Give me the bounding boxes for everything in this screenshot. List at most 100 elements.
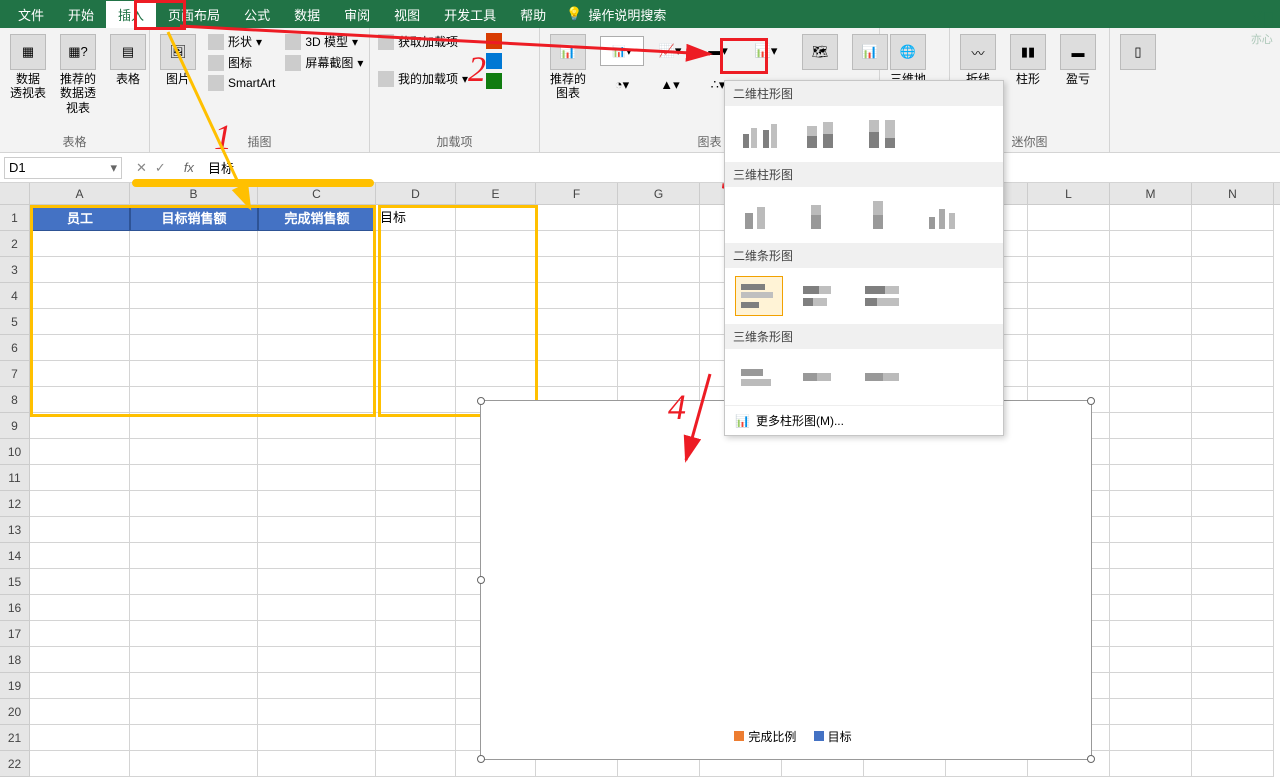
pictures-button[interactable]: 🖼图片 <box>156 32 200 88</box>
bing-button[interactable] <box>484 32 504 50</box>
row-header-18[interactable]: 18 <box>0 647 30 673</box>
cell-M15[interactable] <box>1110 569 1192 595</box>
row-header-2[interactable]: 2 <box>0 231 30 257</box>
col-D[interactable]: D <box>376 183 456 204</box>
col-G[interactable]: G <box>618 183 700 204</box>
my-addins-button[interactable]: 我的加载项 ▾ <box>376 69 470 88</box>
cell-C7[interactable] <box>258 361 376 387</box>
menu-help[interactable]: 帮助 <box>508 1 558 28</box>
cell-F3[interactable] <box>536 257 618 283</box>
cell-G3[interactable] <box>618 257 700 283</box>
opt-3d-col[interactable] <box>921 195 969 235</box>
menu-view[interactable]: 视图 <box>382 1 432 28</box>
cell-A15[interactable] <box>30 569 130 595</box>
cell-D2[interactable] <box>376 231 456 257</box>
cell-G6[interactable] <box>618 335 700 361</box>
col-C[interactable]: C <box>258 183 376 204</box>
resize-handle-sw[interactable] <box>477 755 485 763</box>
cell-E3[interactable] <box>456 257 536 283</box>
opt-100stacked-col[interactable] <box>859 114 907 154</box>
cell-A6[interactable] <box>30 335 130 361</box>
cell-G4[interactable] <box>618 283 700 309</box>
cell-A20[interactable] <box>30 699 130 725</box>
cell-A13[interactable] <box>30 517 130 543</box>
cell-M20[interactable] <box>1110 699 1192 725</box>
row-header-6[interactable]: 6 <box>0 335 30 361</box>
cell-M18[interactable] <box>1110 647 1192 673</box>
row-header-17[interactable]: 17 <box>0 621 30 647</box>
col-M[interactable]: M <box>1110 183 1192 204</box>
cell-C15[interactable] <box>258 569 376 595</box>
cell-D7[interactable] <box>376 361 456 387</box>
cell-C17[interactable] <box>258 621 376 647</box>
cell-C16[interactable] <box>258 595 376 621</box>
cell-N16[interactable] <box>1192 595 1274 621</box>
cell-G5[interactable] <box>618 309 700 335</box>
cell-A18[interactable] <box>30 647 130 673</box>
table-button[interactable]: ▤表格 <box>106 32 150 88</box>
cell-A7[interactable] <box>30 361 130 387</box>
cell-C19[interactable] <box>258 673 376 699</box>
cell-C1[interactable]: 完成销售额 <box>258 205 376 231</box>
cell-A10[interactable] <box>30 439 130 465</box>
cell-A8[interactable] <box>30 387 130 413</box>
cell-E7[interactable] <box>456 361 536 387</box>
cell-D18[interactable] <box>376 647 456 673</box>
cell-C18[interactable] <box>258 647 376 673</box>
col-N[interactable]: N <box>1192 183 1274 204</box>
cell-G7[interactable] <box>618 361 700 387</box>
cell-N1[interactable] <box>1192 205 1274 231</box>
people-button[interactable] <box>484 52 504 70</box>
cell-B9[interactable] <box>130 413 258 439</box>
col-F[interactable]: F <box>536 183 618 204</box>
opt-stacked-bar[interactable] <box>797 276 845 316</box>
cell-D20[interactable] <box>376 699 456 725</box>
cell-L7[interactable] <box>1028 361 1110 387</box>
cell-D5[interactable] <box>376 309 456 335</box>
cell-N18[interactable] <box>1192 647 1274 673</box>
cell-M14[interactable] <box>1110 543 1192 569</box>
pivot-table-button[interactable]: ▦数据 透视表 <box>6 32 50 103</box>
cell-M16[interactable] <box>1110 595 1192 621</box>
menu-data[interactable]: 数据 <box>282 1 332 28</box>
cell-A9[interactable] <box>30 413 130 439</box>
cell-F4[interactable] <box>536 283 618 309</box>
cell-A16[interactable] <box>30 595 130 621</box>
opt-3d-clustered[interactable] <box>735 195 783 235</box>
menu-insert[interactable]: 插入 <box>106 1 156 28</box>
cell-A2[interactable] <box>30 231 130 257</box>
cell-D16[interactable] <box>376 595 456 621</box>
resize-handle-w[interactable] <box>477 576 485 584</box>
cell-N8[interactable] <box>1192 387 1274 413</box>
cell-B22[interactable] <box>130 751 258 777</box>
cell-C6[interactable] <box>258 335 376 361</box>
cell-M19[interactable] <box>1110 673 1192 699</box>
row-header-21[interactable]: 21 <box>0 725 30 751</box>
col-B[interactable]: B <box>130 183 258 204</box>
cell-F6[interactable] <box>536 335 618 361</box>
opt-3d-100stacked-bar[interactable] <box>859 357 907 397</box>
cell-B7[interactable] <box>130 361 258 387</box>
cell-N3[interactable] <box>1192 257 1274 283</box>
col-A[interactable]: A <box>30 183 130 204</box>
cell-N11[interactable] <box>1192 465 1274 491</box>
cell-E6[interactable] <box>456 335 536 361</box>
cell-B20[interactable] <box>130 699 258 725</box>
cell-M9[interactable] <box>1110 413 1192 439</box>
cell-N5[interactable] <box>1192 309 1274 335</box>
col-E[interactable]: E <box>456 183 536 204</box>
cell-A12[interactable] <box>30 491 130 517</box>
cell-G1[interactable] <box>618 205 700 231</box>
row-header-12[interactable]: 12 <box>0 491 30 517</box>
cell-M10[interactable] <box>1110 439 1192 465</box>
cell-C13[interactable] <box>258 517 376 543</box>
row-header-15[interactable]: 15 <box>0 569 30 595</box>
opt-clustered-col[interactable] <box>735 114 783 154</box>
chart-area-button[interactable]: ▲▾ <box>648 70 692 100</box>
resize-handle-ne[interactable] <box>1087 397 1095 405</box>
cell-N22[interactable] <box>1192 751 1274 777</box>
cell-N14[interactable] <box>1192 543 1274 569</box>
fx-icon[interactable]: fx <box>176 160 202 175</box>
cell-N17[interactable] <box>1192 621 1274 647</box>
chart-line-button[interactable]: 📈▾ <box>648 36 692 66</box>
